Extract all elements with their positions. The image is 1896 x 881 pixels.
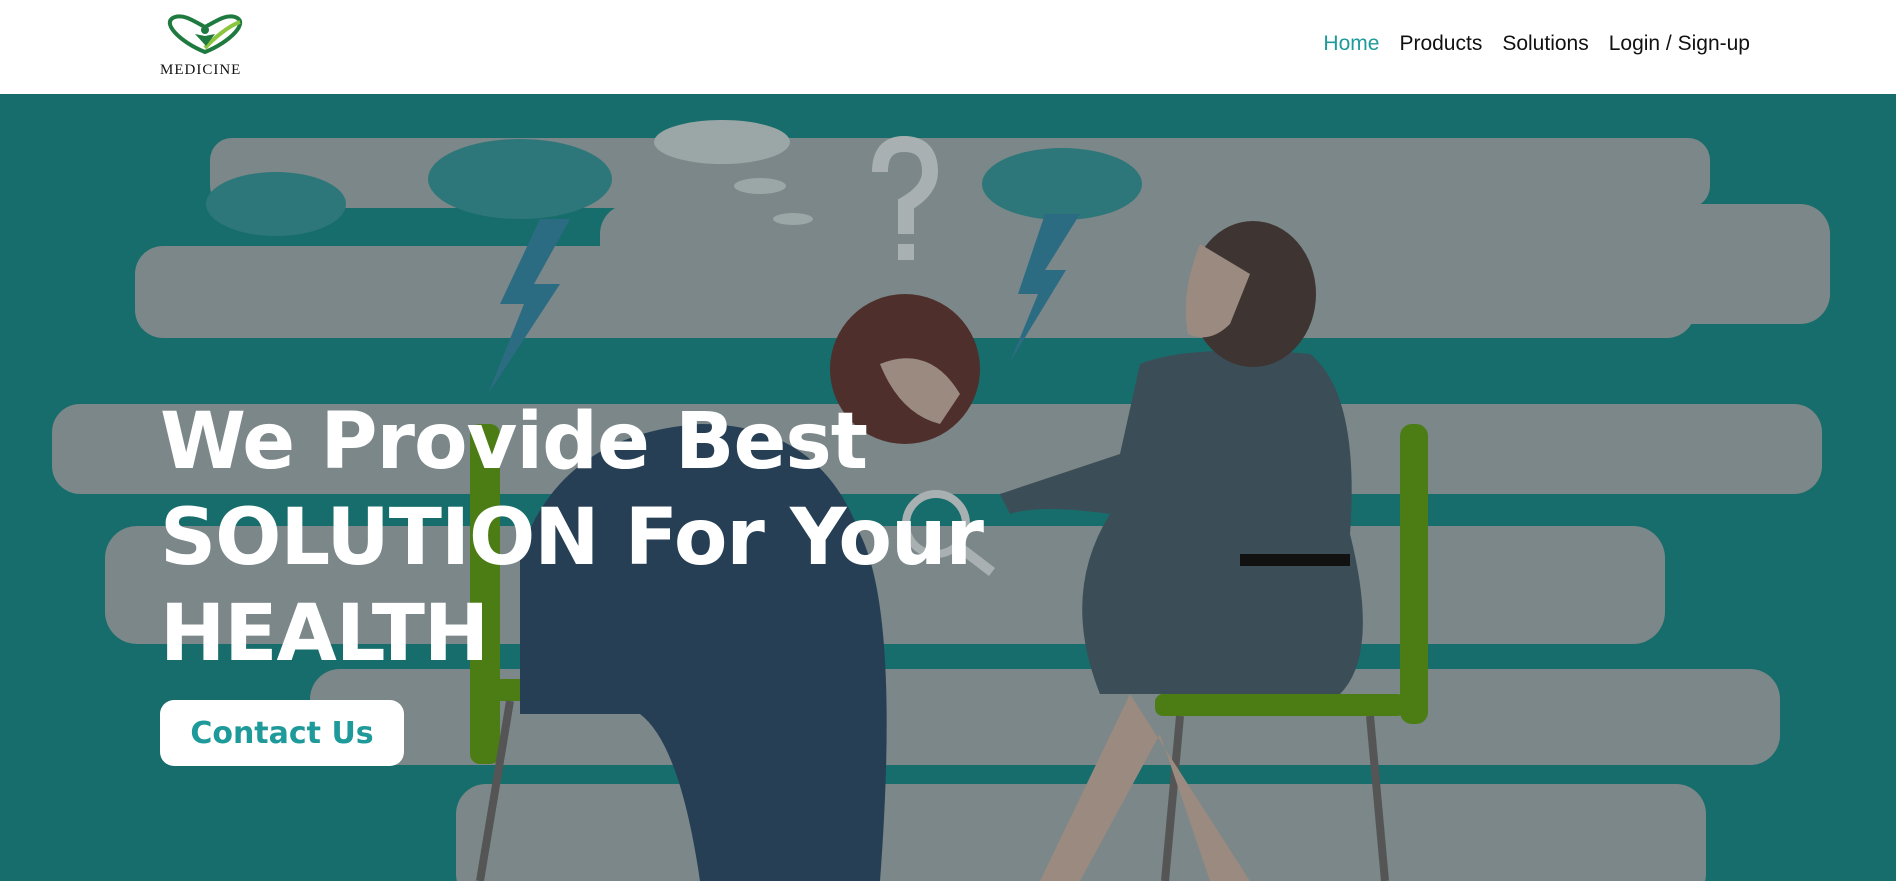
heart-person-logo-icon — [167, 14, 243, 55]
nav-home[interactable]: Home — [1323, 32, 1379, 56]
site-header: MEDICINE Home Products Solutions Login /… — [0, 0, 1896, 94]
nav-products[interactable]: Products — [1399, 32, 1482, 56]
medicine-logo[interactable]: MEDICINE — [160, 12, 250, 82]
hero-section: We Provide Best SOLUTION For Your HEALTH… — [0, 94, 1896, 881]
nav-solutions[interactable]: Solutions — [1502, 32, 1588, 56]
headline-line: HEALTH — [160, 589, 489, 679]
main-nav: Home Products Solutions Login / Sign-up — [1323, 32, 1750, 56]
contact-us-button[interactable]: Contact Us — [160, 700, 404, 766]
logo-text: MEDICINE — [160, 62, 242, 78]
headline-line: SOLUTION For Your — [160, 493, 984, 583]
nav-login-signup[interactable]: Login / Sign-up — [1609, 32, 1750, 56]
hero-headline: We Provide Best SOLUTION For Your HEALTH — [160, 394, 1060, 682]
headline-line: We Provide Best — [160, 397, 868, 487]
